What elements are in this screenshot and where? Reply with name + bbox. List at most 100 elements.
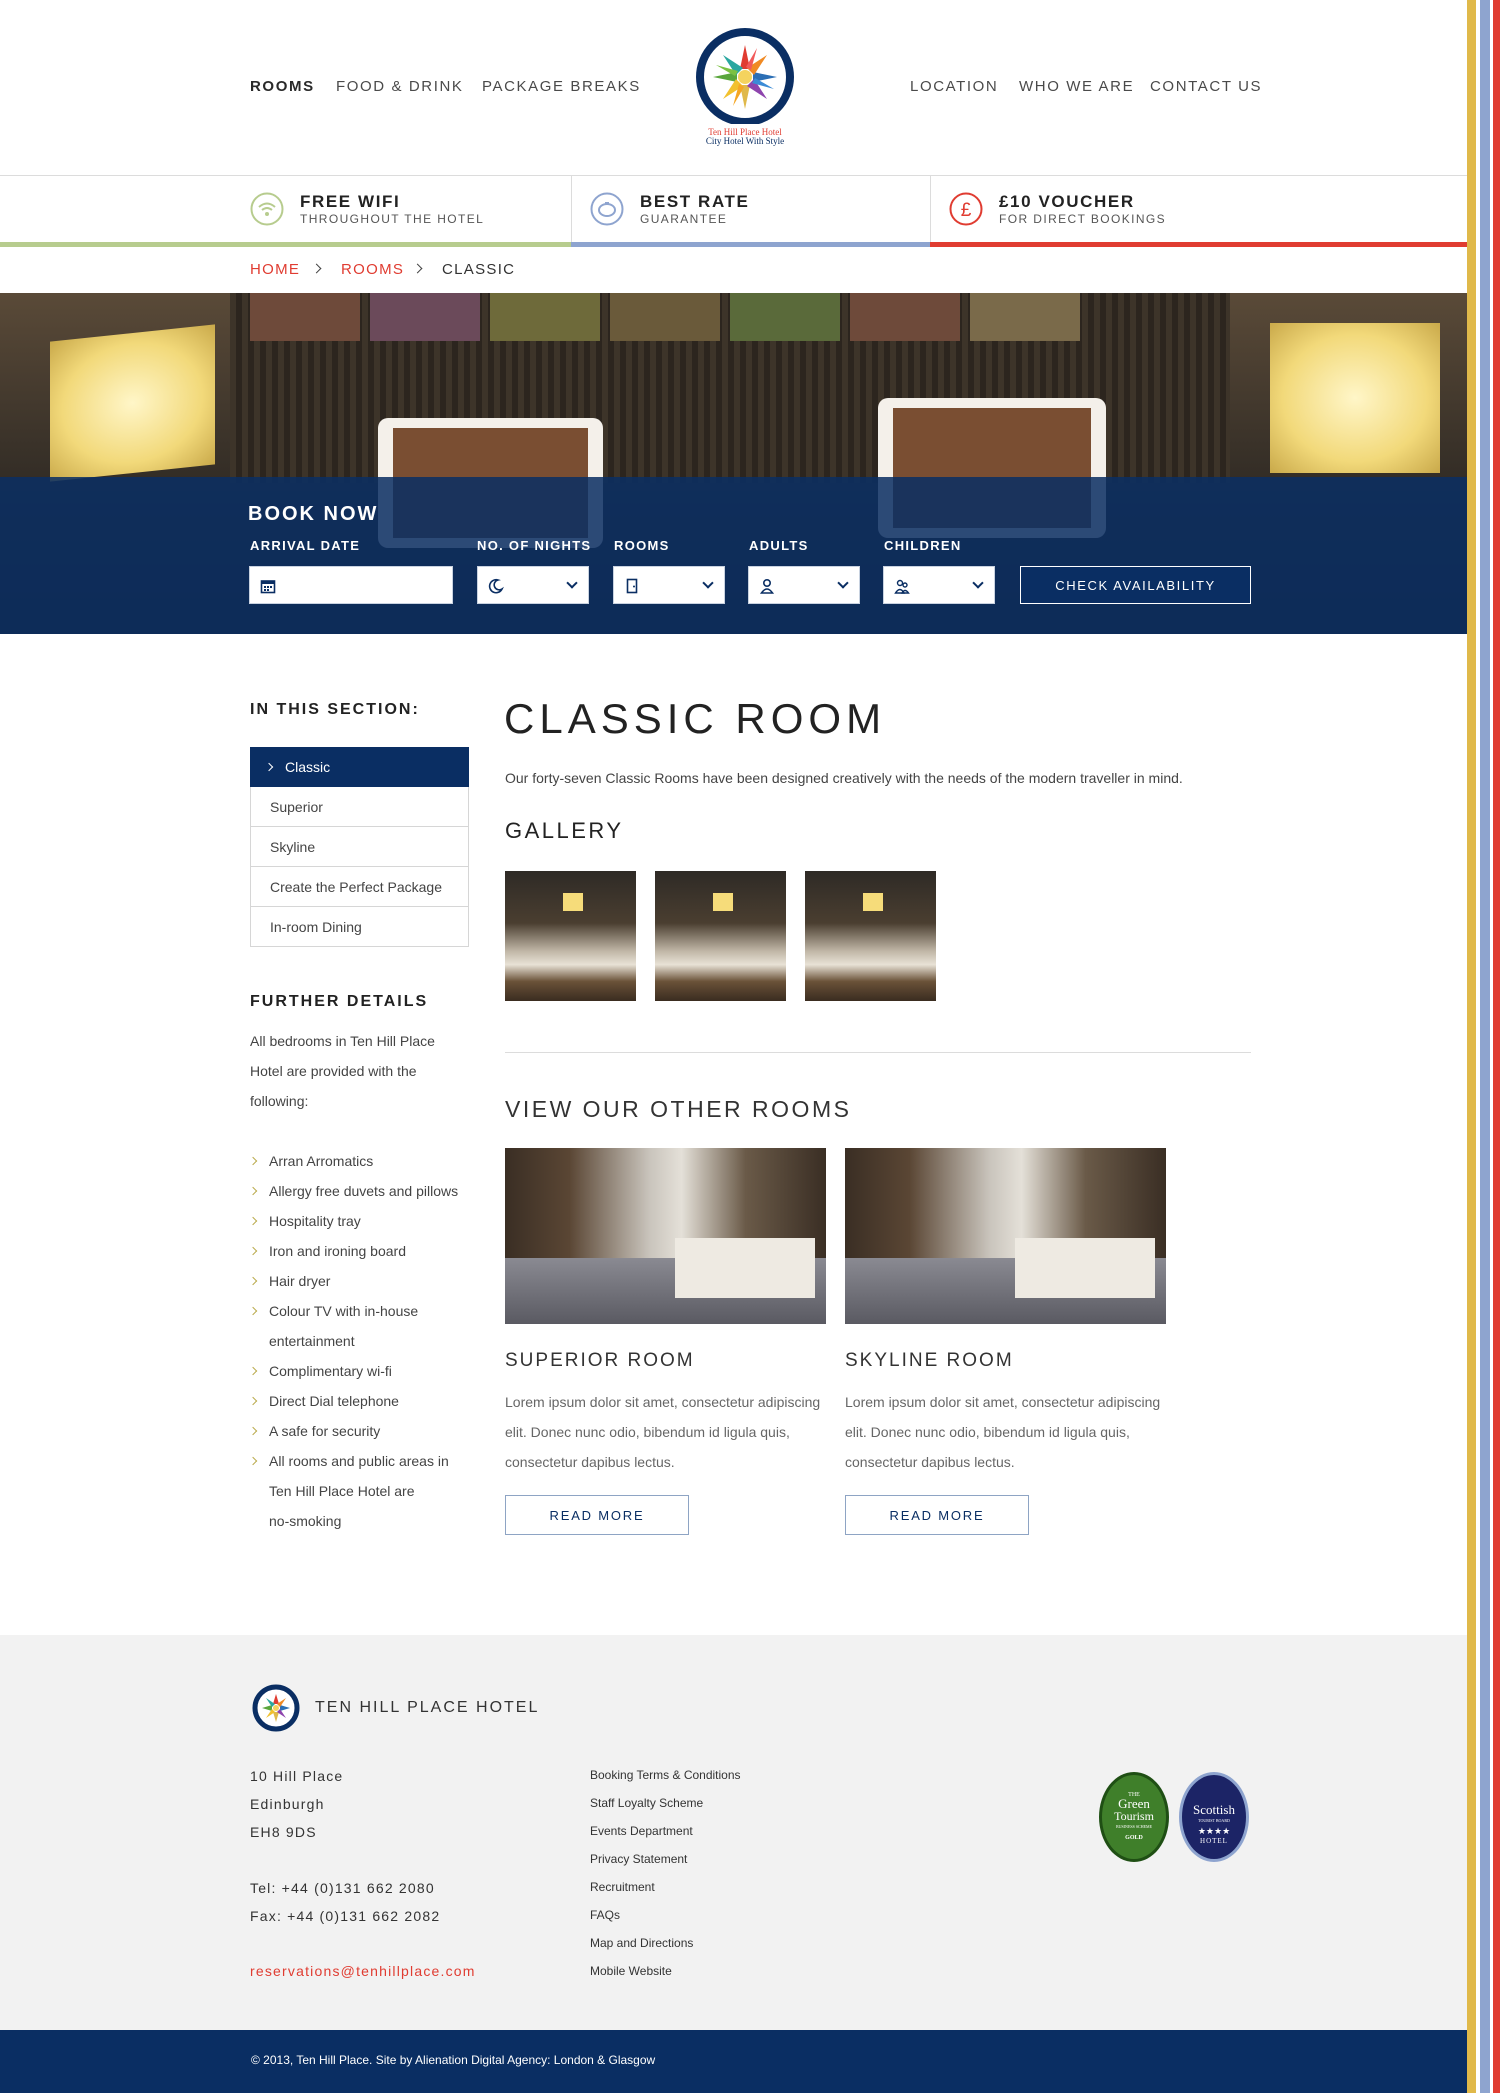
hero-cushion [250, 293, 360, 341]
hero-lamp-right [1270, 323, 1440, 473]
sidebar-item-skyline[interactable]: Skyline [250, 827, 469, 867]
usp-underline-green [0, 242, 571, 247]
nav-rooms[interactable]: ROOMS [250, 78, 315, 95]
feature-item-cont: entertainment [269, 1333, 355, 1349]
gallery-heading: GALLERY [505, 818, 624, 843]
badge-text: Scottish [1193, 1802, 1235, 1817]
feature-item: Hospitality tray [269, 1213, 361, 1229]
rooms-select[interactable] [613, 566, 725, 604]
nav-food-drink[interactable]: FOOD & DRINK [336, 78, 464, 95]
svg-text:£: £ [961, 200, 972, 221]
footer-link-map[interactable]: Map and Directions [590, 1936, 693, 1950]
check-availability-button[interactable]: CHECK AVAILABILITY [1020, 566, 1251, 604]
further-intro-line: All bedrooms in Ten Hill Place [250, 1033, 435, 1049]
logo-tagline: City Hotel With Style [705, 136, 785, 146]
skyline-room-text: Lorem ipsum dolor sit amet, consectetur … [845, 1394, 1161, 1470]
sidebar-item-package[interactable]: Create the Perfect Package [250, 867, 469, 907]
address-line: 10 Hill Place [250, 1768, 344, 1784]
arrival-date-input[interactable] [249, 566, 453, 604]
chevron-down-icon [972, 577, 984, 589]
adults-select[interactable] [748, 566, 860, 604]
hero-cushion [730, 293, 840, 341]
skyline-room-title[interactable]: SKYLINE ROOM [845, 1350, 1014, 1372]
copyright-text: © 2013, Ten Hill Place. Site by Alienati… [251, 2053, 656, 2067]
footer-link-faqs[interactable]: FAQs [590, 1908, 620, 1922]
feature-item: Hair dryer [269, 1273, 331, 1289]
sidebar-item-classic[interactable]: Classic [250, 747, 469, 787]
badge-text: Tourism [1114, 1809, 1154, 1823]
superior-room-image[interactable] [505, 1148, 826, 1324]
badge-text: ★★★★ [1197, 1826, 1231, 1836]
calendar-icon [260, 580, 276, 594]
door-icon [626, 578, 638, 594]
nights-label: NO. OF NIGHTS [477, 538, 592, 553]
usp-underline-blue [571, 242, 930, 247]
nav-package-breaks[interactable]: PACKAGE BREAKS [482, 78, 641, 95]
badge-text: TOURIST BOARD [1198, 1818, 1230, 1823]
breadcrumb-rooms[interactable]: ROOMS [341, 261, 404, 278]
bullet-arrow-icon [248, 1186, 258, 1196]
room-intro: Our forty-seven Classic Rooms have been … [505, 770, 1183, 786]
feature-item: All rooms and public areas in [269, 1453, 449, 1469]
green-tourism-badge: THE Green Tourism BUSINESS SCHEME GOLD [1099, 1772, 1169, 1862]
superior-read-more-button[interactable]: READ MORE [505, 1495, 689, 1535]
nights-select[interactable] [477, 566, 589, 604]
nav-who-we-are[interactable]: WHO WE ARE [1019, 78, 1134, 95]
room-image-bed [675, 1238, 815, 1298]
breadcrumb-separator-icon [412, 263, 423, 274]
usp-wifi-title: FREE WIFI [300, 192, 401, 211]
usp-rate-sub: GUARANTEE [640, 212, 728, 226]
hero-cushion [370, 293, 480, 341]
nav-contact-us[interactable]: CONTACT US [1150, 78, 1262, 95]
skyline-room-image[interactable] [845, 1148, 1166, 1324]
sidebar-item-dining[interactable]: In-room Dining [250, 907, 469, 947]
footer-link-privacy[interactable]: Privacy Statement [590, 1852, 687, 1866]
usp-voucher-title: £10 VOUCHER [999, 192, 1135, 211]
logo[interactable]: Ten Hill Place Hotel City Hotel With Sty… [694, 28, 796, 148]
superior-room-title[interactable]: SUPERIOR ROOM [505, 1350, 695, 1372]
hero-cushion [970, 293, 1080, 341]
feature-item: Allergy free duvets and pillows [269, 1183, 459, 1199]
fax: Fax: +44 (0)131 662 2082 [250, 1908, 441, 1924]
bullet-arrow-icon [248, 1306, 258, 1316]
footer [0, 1635, 1467, 2030]
children-icon [894, 579, 910, 594]
feature-item: Direct Dial telephone [269, 1393, 399, 1409]
stripe-red [1493, 0, 1500, 2093]
badge-text: GOLD [1125, 1835, 1143, 1841]
feature-item: Complimentary wi-fi [269, 1363, 392, 1379]
gallery-thumb[interactable] [655, 871, 786, 1001]
children-select[interactable] [883, 566, 995, 604]
skyline-read-more-button[interactable]: READ MORE [845, 1495, 1029, 1535]
footer-link-recruitment[interactable]: Recruitment [590, 1880, 655, 1894]
bullet-arrow-icon [248, 1396, 258, 1406]
email-link[interactable]: reservations@tenhillplace.com [250, 1963, 476, 1979]
hero-lamp-left [50, 324, 215, 482]
nav-location[interactable]: LOCATION [910, 78, 998, 95]
breadcrumb-current: CLASSIC [442, 261, 516, 278]
footer-link-events[interactable]: Events Department [590, 1824, 693, 1838]
usp-top-border [0, 175, 1467, 176]
footer-link-booking-terms[interactable]: Booking Terms & Conditions [590, 1768, 741, 1782]
bullet-arrow-icon [248, 1366, 258, 1376]
bullet-arrow-icon [248, 1216, 258, 1226]
footer-link-mobile[interactable]: Mobile Website [590, 1964, 672, 1978]
page-title: CLASSIC ROOM [504, 695, 887, 742]
piggy-bank-icon [590, 192, 624, 226]
gallery-thumb[interactable] [805, 871, 936, 1001]
address-line: EH8 9DS [250, 1824, 317, 1840]
usp-voucher-sub: FOR DIRECT BOOKINGS [999, 212, 1167, 226]
breadcrumb-home[interactable]: HOME [250, 261, 300, 278]
footer-link-staff-loyalty[interactable]: Staff Loyalty Scheme [590, 1796, 703, 1810]
feature-item: Colour TV with in-house [269, 1303, 419, 1319]
sidebar-item-superior[interactable]: Superior [250, 787, 469, 827]
address-line: Edinburgh [250, 1796, 325, 1812]
feature-item-cont: no-smoking [269, 1513, 342, 1529]
adults-label: ADULTS [749, 538, 809, 553]
booking-title: BOOK NOW [248, 503, 379, 525]
breadcrumb-separator-icon [311, 263, 322, 274]
footer-hotel-name: TEN HILL PLACE HOTEL [315, 1699, 540, 1716]
feature-item: A safe for security [269, 1423, 381, 1439]
gallery-thumb[interactable] [505, 871, 636, 1001]
gallery-thumb-lamp [563, 893, 583, 911]
